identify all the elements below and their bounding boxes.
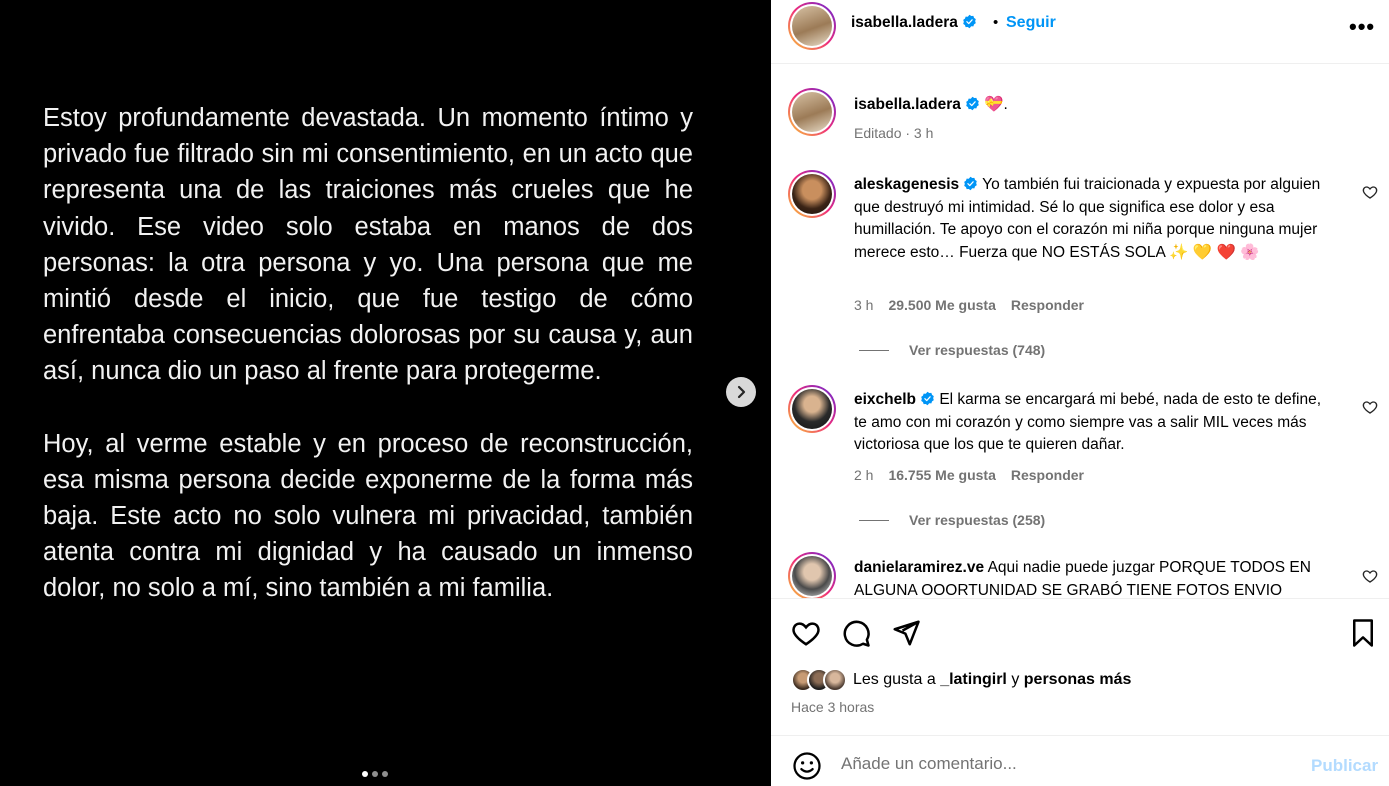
avatar[interactable] xyxy=(788,385,836,433)
view-replies-button[interactable]: Ver respuestas (748) xyxy=(859,342,1045,358)
caption-meta: Editado · 3 h xyxy=(854,125,934,141)
header-username-text[interactable]: isabella.ladera xyxy=(851,14,958,31)
likes-rest[interactable]: personas más xyxy=(1024,671,1132,688)
chevron-right-icon xyxy=(737,385,746,399)
media-text: Estoy profundamente devastada. Un moment… xyxy=(43,100,693,643)
publish-button[interactable]: Publicar xyxy=(1311,756,1378,776)
comment-bubble-icon[interactable] xyxy=(841,618,871,648)
view-replies-button[interactable]: Ver respuestas (258) xyxy=(859,512,1045,528)
carousel-indicator xyxy=(362,771,388,777)
comment-time: 2 h xyxy=(854,467,874,483)
verified-badge-icon xyxy=(964,176,977,191)
avatar[interactable] xyxy=(788,88,836,136)
replies-divider xyxy=(859,349,889,351)
replies-divider xyxy=(859,519,889,521)
reply-button[interactable]: Responder xyxy=(1011,297,1084,313)
carousel-dot xyxy=(372,771,378,777)
like-comment-heart-icon[interactable] xyxy=(1362,399,1378,415)
likes-text[interactable]: Les gusta a _latingirl y personas más xyxy=(853,671,1131,689)
reply-button[interactable]: Responder xyxy=(1011,467,1084,483)
post-timestamp[interactable]: Hace 3 horas xyxy=(791,699,874,715)
liker-avatar xyxy=(823,668,847,692)
verified-badge-icon xyxy=(966,96,979,111)
comment-time: 3 h xyxy=(854,297,874,313)
comment-username[interactable]: eixchelb xyxy=(854,391,916,408)
post-header: isabella.ladera • Seguir ••• xyxy=(771,0,1389,64)
likes-conj: y xyxy=(1011,671,1020,688)
more-options-button[interactable]: ••• xyxy=(1349,14,1375,40)
comment-likes[interactable]: 16.755 Me gusta xyxy=(888,467,995,483)
likes-summary[interactable]: Les gusta a _latingirl y personas más xyxy=(791,668,1131,692)
post-side-panel: isabella.ladera • Seguir ••• isabella.la… xyxy=(771,0,1389,786)
caption-text: isabella.ladera 💝. xyxy=(854,94,1334,117)
verified-badge-icon xyxy=(963,14,976,29)
likes-user[interactable]: _latingirl xyxy=(940,671,1007,688)
view-replies-label[interactable]: Ver respuestas (258) xyxy=(909,512,1045,528)
header-username[interactable]: isabella.ladera xyxy=(851,14,977,32)
avatar[interactable] xyxy=(788,552,836,598)
caption-username[interactable]: isabella.ladera xyxy=(854,96,961,113)
media-paragraph-2: Hoy, al verme estable y en proceso de re… xyxy=(43,429,693,603)
comment-input[interactable] xyxy=(841,754,1281,774)
comments-list[interactable]: isabella.ladera 💝. Editado · 3 h aleskag… xyxy=(771,64,1389,598)
bookmark-icon[interactable] xyxy=(1348,618,1378,648)
carousel-dot xyxy=(362,771,368,777)
like-comment-heart-icon[interactable] xyxy=(1362,568,1378,584)
next-slide-button[interactable] xyxy=(726,377,756,407)
verified-badge-icon xyxy=(921,391,934,406)
comment-text: eixchelb El karma se encargará mi bebé, … xyxy=(854,389,1334,457)
comment-text: danielaramirez.ve Aqui nadie puede juzga… xyxy=(854,557,1334,598)
caption-content: 💝. xyxy=(984,96,1008,113)
share-send-icon[interactable] xyxy=(891,618,921,648)
header-separator: • xyxy=(993,14,999,31)
add-comment-bar: Publicar xyxy=(771,735,1389,786)
avatar[interactable] xyxy=(788,2,836,50)
media-paragraph-1: Estoy profundamente devastada. Un moment… xyxy=(43,104,693,386)
avatar[interactable] xyxy=(788,170,836,218)
comment-meta: 2 h 16.755 Me gusta Responder xyxy=(854,467,1084,483)
comment-likes[interactable]: 29.500 Me gusta xyxy=(888,297,995,313)
like-comment-heart-icon[interactable] xyxy=(1362,184,1378,200)
likes-prefix: Les gusta a xyxy=(853,671,936,688)
post-media: Estoy profundamente devastada. Un moment… xyxy=(0,0,771,786)
view-replies-label[interactable]: Ver respuestas (748) xyxy=(909,342,1045,358)
comment-username[interactable]: danielaramirez.ve xyxy=(854,559,984,576)
follow-button[interactable]: Seguir xyxy=(1006,14,1056,32)
emoji-icon[interactable] xyxy=(792,751,822,781)
comment-meta: 3 h 29.500 Me gusta Responder xyxy=(854,297,1084,313)
carousel-dot xyxy=(382,771,388,777)
comment-text: aleskagenesis Yo también fui traicionada… xyxy=(854,174,1334,264)
like-heart-icon[interactable] xyxy=(791,618,821,648)
comment-username[interactable]: aleskagenesis xyxy=(854,176,959,193)
